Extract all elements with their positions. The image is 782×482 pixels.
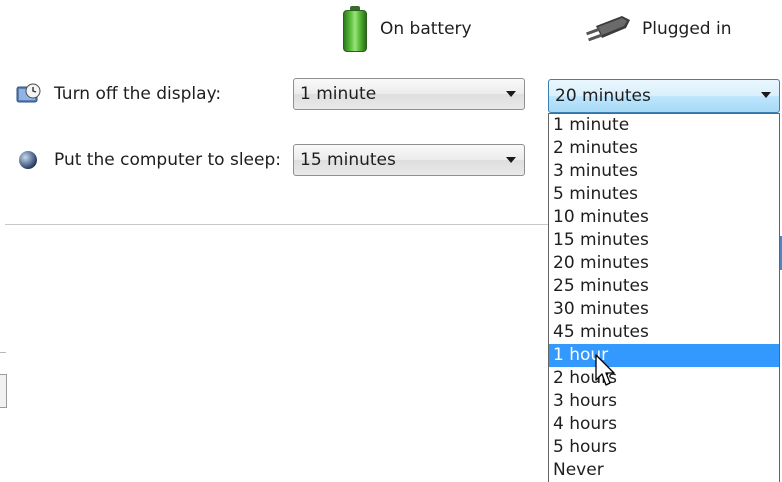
sleep-on-battery-value: 15 minutes [300,150,396,170]
display-plugged-in-options-list: 1 minute 2 minutes 3 minutes 5 minutes 1… [548,113,780,482]
option-item[interactable]: 5 hours [549,436,779,459]
on-battery-header: On battery [340,6,472,52]
option-item[interactable]: 5 minutes [549,183,779,206]
power-plug-icon [582,12,632,46]
display-plugged-in-select[interactable]: 20 minutes [548,79,780,113]
battery-icon [340,6,370,52]
option-item[interactable]: 20 minutes [549,252,779,275]
chevron-down-icon [761,92,771,98]
sleep-on-battery-select[interactable]: 15 minutes [293,144,525,176]
sleep-setting-label: Put the computer to sleep: [54,150,281,170]
plugged-in-label: Plugged in [642,19,732,39]
chevron-down-icon [506,91,516,97]
power-plan-settings: On battery Plugged in Turn off the displ… [0,0,782,482]
window-edge-line [0,352,6,353]
option-item[interactable]: 10 minutes [549,206,779,229]
option-item[interactable]: 1 minute [549,114,779,137]
option-item[interactable]: 2 hours [549,367,779,390]
display-on-battery-select[interactable]: 1 minute [293,78,525,110]
option-item[interactable]: 30 minutes [549,298,779,321]
option-item[interactable]: 4 hours [549,413,779,436]
option-item[interactable]: 45 minutes [549,321,779,344]
sleep-moon-icon [16,148,42,172]
chevron-down-icon [506,157,516,163]
display-setting-row: Turn off the display: [16,82,221,106]
display-setting-label: Turn off the display: [54,84,222,104]
option-item[interactable]: 25 minutes [549,275,779,298]
option-item[interactable]: 3 hours [549,390,779,413]
section-divider [5,224,548,225]
option-item[interactable]: 3 minutes [549,160,779,183]
option-item[interactable]: 2 minutes [549,137,779,160]
on-battery-label: On battery [380,19,472,39]
plugged-in-header: Plugged in [582,12,731,46]
window-edge-button [0,374,7,408]
display-on-battery-value: 1 minute [300,84,377,104]
display-plugged-in-value: 20 minutes [555,86,651,106]
option-item[interactable]: Never [549,459,779,482]
mouse-pointer-icon [594,354,616,388]
option-item[interactable]: 15 minutes [549,229,779,252]
sleep-setting-row: Put the computer to sleep: [16,148,281,172]
option-item-highlighted[interactable]: 1 hour [549,344,779,367]
display-clock-icon [16,82,42,106]
